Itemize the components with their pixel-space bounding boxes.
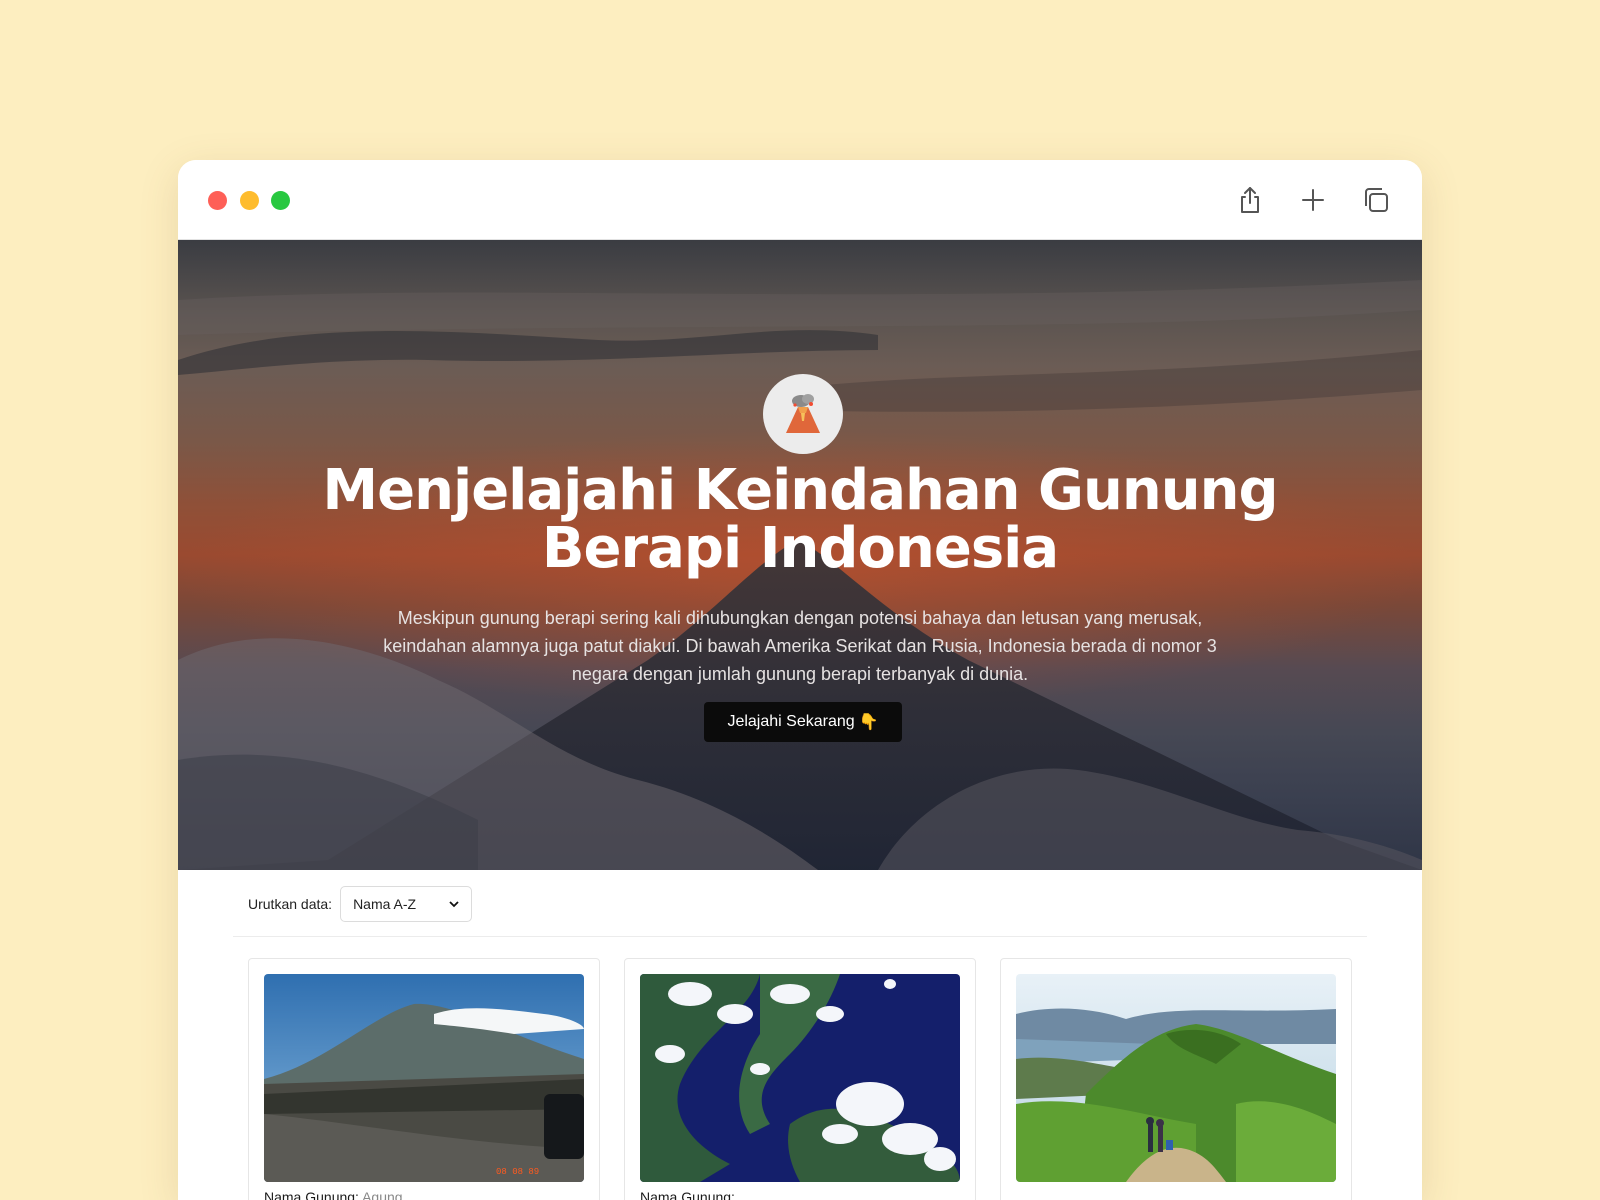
hero-title: Menjelajahi Keindahan Gunung Berapi Indo… (322, 458, 1278, 581)
card-caption-label: Nama Gunung: (264, 1189, 359, 1200)
hero-section: Menjelajahi Keindahan Gunung Berapi Indo… (178, 240, 1422, 870)
chevron-down-icon (449, 901, 459, 908)
sort-label: Urutkan data: (248, 896, 333, 912)
minimize-window-button[interactable] (240, 191, 259, 210)
card-caption: Nama Gunung: (640, 1189, 735, 1200)
hero-description: Meskipun gunung berapi sering kali dihub… (383, 608, 1217, 684)
svg-text:08 08 89: 08 08 89 (496, 1167, 539, 1177)
close-window-button[interactable] (208, 191, 227, 210)
card-caption-value: Agung (362, 1189, 403, 1200)
card-caption-label: Nama Gunung: (640, 1189, 735, 1200)
sort-select[interactable]: Nama A-Z (340, 886, 473, 922)
divider (233, 936, 1367, 937)
volcano-card[interactable] (1000, 958, 1352, 1200)
explore-now-button[interactable]: Jelajahi Sekarang 👇 (704, 702, 902, 742)
agung-volcano-photo: 08 08 89 (264, 974, 584, 1182)
logo-avatar (763, 374, 843, 454)
maximize-window-button[interactable] (271, 191, 290, 210)
volcano-card[interactable]: Nama Gunung: (624, 958, 976, 1200)
title-bar (178, 160, 1422, 240)
plus-icon[interactable] (1293, 180, 1333, 220)
satellite-island-photo (640, 974, 960, 1182)
pointing-down-hand-icon: 👇 (858, 714, 879, 731)
share-icon[interactable] (1230, 180, 1270, 220)
volcano-icon (786, 394, 820, 433)
green-hills-lake-photo (1016, 974, 1336, 1182)
sort-bar: Urutkan data: Nama A-Z (248, 886, 473, 922)
sort-selected-value: Nama A-Z (353, 896, 417, 912)
browser-window: Menjelajahi Keindahan Gunung Berapi Indo… (178, 160, 1422, 1200)
explore-now-label: Jelajahi Sekarang (727, 713, 855, 730)
tabs-icon[interactable] (1356, 180, 1396, 220)
volcano-card[interactable]: 08 08 89 Nama Gunung: Agung (248, 958, 600, 1200)
card-caption: Nama Gunung: Agung (264, 1189, 403, 1200)
